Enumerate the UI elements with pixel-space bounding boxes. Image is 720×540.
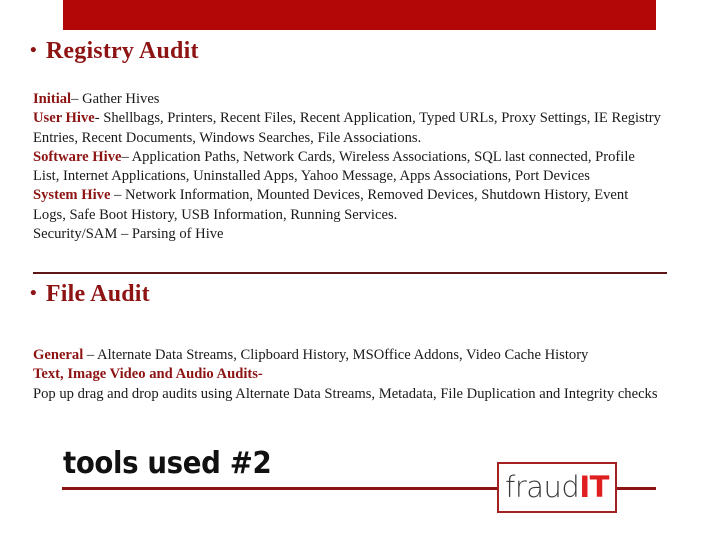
section-heading-label: File Audit: [45, 281, 150, 307]
paragraph-text: Security/SAM – Parsing of Hive: [33, 226, 224, 243]
top-banner: [63, 0, 656, 30]
paragraph-lead: Software Hive: [33, 148, 122, 165]
paragraph-general: General – Alternate Data Streams, Clipbo…: [33, 346, 661, 365]
paragraph-software-hive: Software Hive– Application Paths, Networ…: [33, 148, 661, 187]
paragraph-lead: Text, Image Video and Audio Audits-: [33, 366, 263, 383]
section-heading-registry-audit: • Registry Audit: [30, 38, 199, 65]
fraudit-logo-text: fraud IT: [499, 464, 615, 511]
paragraph-user-hive: User Hive- Shellbags, Printers, Recent F…: [33, 109, 661, 148]
paragraph-text: – Alternate Data Streams, Clipboard Hist…: [83, 347, 589, 363]
bullet-icon: •: [30, 40, 37, 61]
file-audit-body: General – Alternate Data Streams, Clipbo…: [33, 346, 661, 404]
paragraph-popup-audits: Pop up drag and drop audits using Altern…: [33, 385, 661, 404]
paragraph-lead: Initial: [33, 91, 72, 107]
fraudit-logo: fraud IT: [497, 462, 617, 513]
paragraph-text: Pop up drag and drop audits using Altern…: [33, 385, 658, 402]
section-heading-file-audit: • File Audit: [30, 281, 150, 308]
paragraph-text: - Shellbags, Printers, Recent Files, Rec…: [33, 110, 661, 146]
section-heading-label: Registry Audit: [45, 38, 199, 64]
paragraph-text: – Application Paths, Network Cards, Wire…: [33, 148, 635, 185]
paragraph-lead: General: [33, 347, 84, 363]
bullet-icon: •: [30, 283, 37, 304]
paragraph-lead: System Hive: [33, 187, 111, 204]
paragraph-text: – Network Information, Mounted Devices, …: [33, 187, 629, 223]
paragraph-security-sam: Security/SAM – Parsing of Hive: [33, 225, 661, 244]
registry-audit-body: Initial– Gather Hives User Hive- Shellba…: [33, 90, 661, 244]
paragraph-media-audits: Text, Image Video and Audio Audits-: [33, 365, 661, 384]
logo-primary-label: fraud: [505, 470, 580, 504]
footer-title: tools used #2: [63, 446, 272, 481]
paragraph-initial: Initial– Gather Hives: [33, 90, 661, 109]
paragraph-system-hive: System Hive – Network Information, Mount…: [33, 186, 661, 225]
paragraph-text: – Gather Hives: [71, 91, 160, 107]
paragraph-lead: User Hive: [33, 110, 95, 127]
logo-accent-label: IT: [579, 470, 609, 504]
section-divider: [33, 272, 667, 274]
